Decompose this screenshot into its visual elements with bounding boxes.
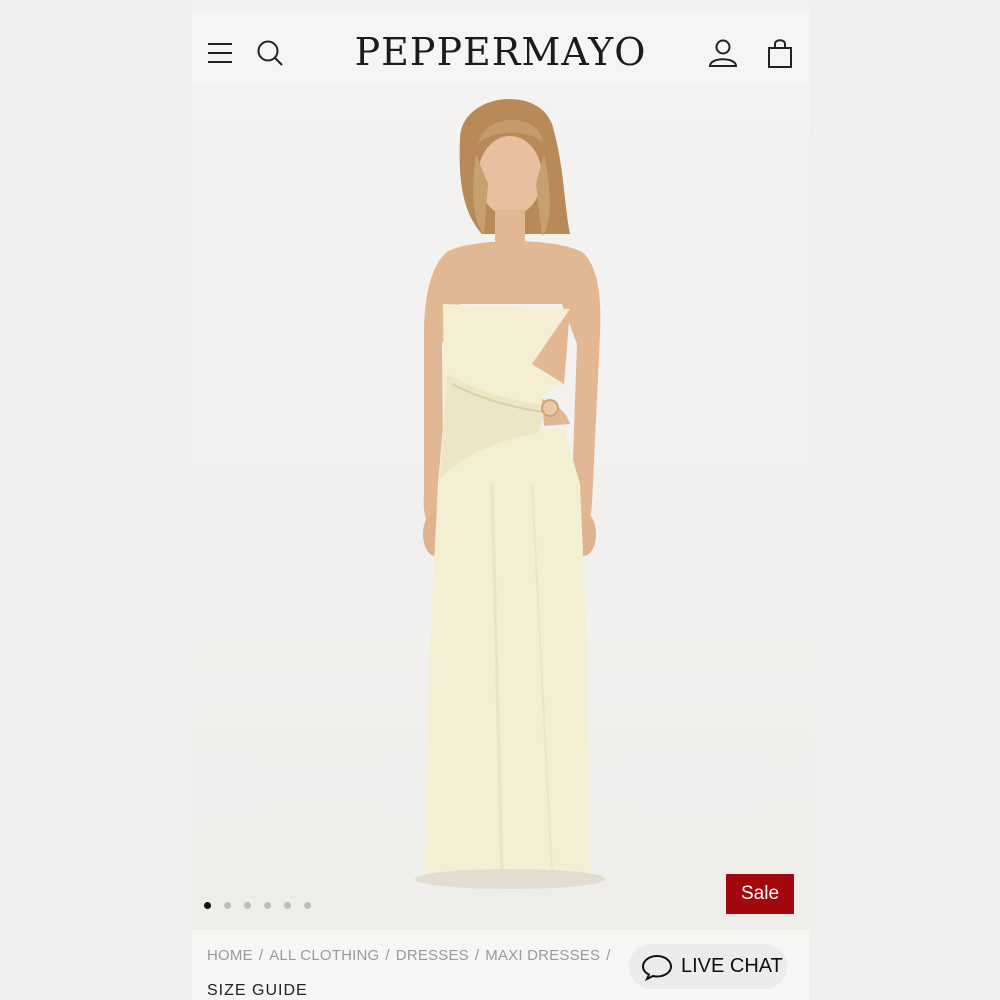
breadcrumb: HOME / ALL CLOTHING / DRESSES / MAXI DRESSES / xyxy=(207,947,617,964)
site-header: PEPPERMAYO xyxy=(192,10,809,84)
bag-icon[interactable] xyxy=(763,36,797,70)
mobile-viewport: PEPPERMAYO Sale HOME / ALL CLOTHING / DR… xyxy=(192,0,809,1000)
model-illustration xyxy=(415,98,605,889)
breadcrumb-maxi-dresses[interactable]: MAXI DRESSES xyxy=(485,947,600,964)
size-guide-link[interactable]: SIZE GUIDE xyxy=(207,982,308,1000)
breadcrumb-all-clothing[interactable]: ALL CLOTHING xyxy=(269,947,379,964)
promo-strip xyxy=(192,0,809,10)
breadcrumb-separator: / xyxy=(606,947,611,964)
carousel-dot[interactable] xyxy=(304,902,311,909)
breadcrumb-separator: / xyxy=(385,947,390,964)
sale-badge: Sale xyxy=(726,874,794,914)
carousel-dot[interactable] xyxy=(284,902,291,909)
carousel-dot[interactable] xyxy=(224,902,231,909)
carousel-dot[interactable] xyxy=(264,902,271,909)
search-icon[interactable] xyxy=(253,36,287,70)
breadcrumb-separator: / xyxy=(474,947,480,964)
carousel-dots xyxy=(204,902,311,909)
live-chat-label: LIVE CHAT xyxy=(681,955,783,977)
product-image[interactable]: Sale xyxy=(192,84,809,930)
breadcrumb-dresses[interactable]: DRESSES xyxy=(396,947,469,964)
breadcrumb-home[interactable]: HOME xyxy=(207,947,253,964)
chat-bubble-icon xyxy=(641,954,673,981)
menu-icon[interactable] xyxy=(203,36,237,70)
carousel-dot[interactable] xyxy=(244,902,251,909)
carousel-dot[interactable] xyxy=(204,902,211,909)
live-chat-button[interactable]: LIVE CHAT xyxy=(629,944,787,989)
account-icon[interactable] xyxy=(706,36,740,70)
brand-logo[interactable]: PEPPERMAYO xyxy=(342,30,659,74)
breadcrumb-separator: / xyxy=(258,947,264,964)
